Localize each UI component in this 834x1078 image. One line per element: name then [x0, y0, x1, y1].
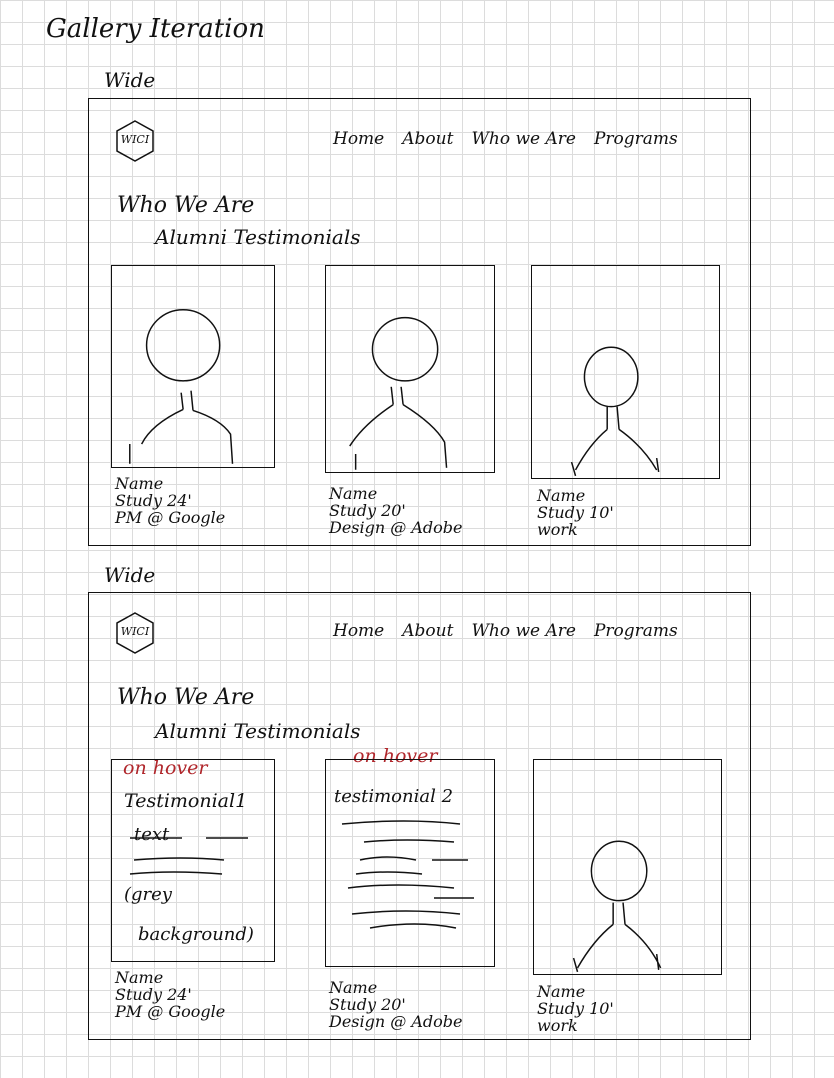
logo-text: WICI: [120, 625, 150, 638]
nav-about[interactable]: About: [402, 129, 453, 149]
person-silhouette-icon: [570, 346, 660, 477]
testimonial-card[interactable]: [531, 265, 720, 479]
nav-programs[interactable]: Programs: [594, 129, 678, 149]
card-work: Design @ Adobe: [329, 1012, 463, 1031]
card-work: work: [537, 520, 578, 539]
testimonial-card[interactable]: [111, 265, 275, 468]
card-work: work: [537, 1016, 578, 1035]
nav-bar: Home About Who we Are Programs: [333, 621, 678, 641]
nav-bar: Home About Who we Are Programs: [333, 129, 678, 149]
card-work: Design @ Adobe: [329, 518, 463, 537]
card-caption: Name Study 20' Design @ Adobe: [329, 485, 462, 536]
nav-who-we-are[interactable]: Who we Are: [471, 621, 576, 641]
wireframe-window: WICI Home About Who we Are Programs Who …: [88, 592, 751, 1040]
logo-text: WICI: [120, 133, 150, 146]
card-study: Study 24': [115, 985, 192, 1004]
section-heading: Who We Are: [117, 193, 255, 218]
card-name: Name: [329, 978, 378, 997]
card-study: Study 24': [115, 491, 192, 510]
person-silhouette-icon: [129, 308, 234, 464]
testimonial-card-hover[interactable]: Testimonial1 text (grey background): [111, 759, 275, 962]
card-study: Study 10': [537, 503, 614, 522]
nav-about[interactable]: About: [402, 621, 453, 641]
testimonial-card[interactable]: [325, 265, 495, 473]
card-work: PM @ Google: [115, 508, 226, 527]
card-study: Study 20': [329, 995, 406, 1014]
nav-home[interactable]: Home: [333, 129, 384, 149]
nav-who-we-are[interactable]: Who we Are: [471, 129, 576, 149]
page-title: Gallery Iteration: [46, 14, 265, 44]
sketch-label: Wide: [104, 563, 156, 587]
card-work: PM @ Google: [115, 1002, 226, 1021]
logo[interactable]: WICI: [113, 611, 157, 655]
testimonial-card-hover[interactable]: testimonial 2: [325, 759, 495, 967]
card-name: Name: [537, 486, 586, 505]
section-subheading: Alumni Testimonials: [155, 719, 361, 743]
section-subheading: Alumni Testimonials: [155, 225, 361, 249]
person-silhouette-icon: [572, 840, 662, 973]
sketch-label: Wide: [104, 68, 156, 92]
card-study: Study 20': [329, 501, 406, 520]
card-name: Name: [329, 484, 378, 503]
wireframe-window: WICI Home About Who we Are Programs Who …: [88, 98, 751, 546]
card-caption: Name Study 20' Design @ Adobe: [329, 979, 462, 1030]
person-silhouette-icon: [349, 316, 448, 470]
card-study: Study 10': [537, 999, 614, 1018]
nav-programs[interactable]: Programs: [594, 621, 678, 641]
card-caption: Name Study 24' PM @ Google: [115, 475, 225, 526]
card-caption: Name Study 10' work: [537, 487, 614, 538]
text-lines-icon: [341, 820, 474, 929]
card-caption: Name Study 10' work: [537, 983, 614, 1034]
card-name: Name: [115, 968, 164, 987]
card-caption: Name Study 24' PM @ Google: [115, 969, 225, 1020]
logo[interactable]: WICI: [113, 119, 157, 163]
nav-home[interactable]: Home: [333, 621, 384, 641]
testimonial-text: (grey: [124, 884, 172, 905]
card-name: Name: [115, 474, 164, 493]
card-name: Name: [537, 982, 586, 1001]
testimonial-text: background): [138, 924, 254, 945]
section-heading: Who We Are: [117, 685, 255, 710]
testimonial-card[interactable]: [533, 759, 722, 975]
